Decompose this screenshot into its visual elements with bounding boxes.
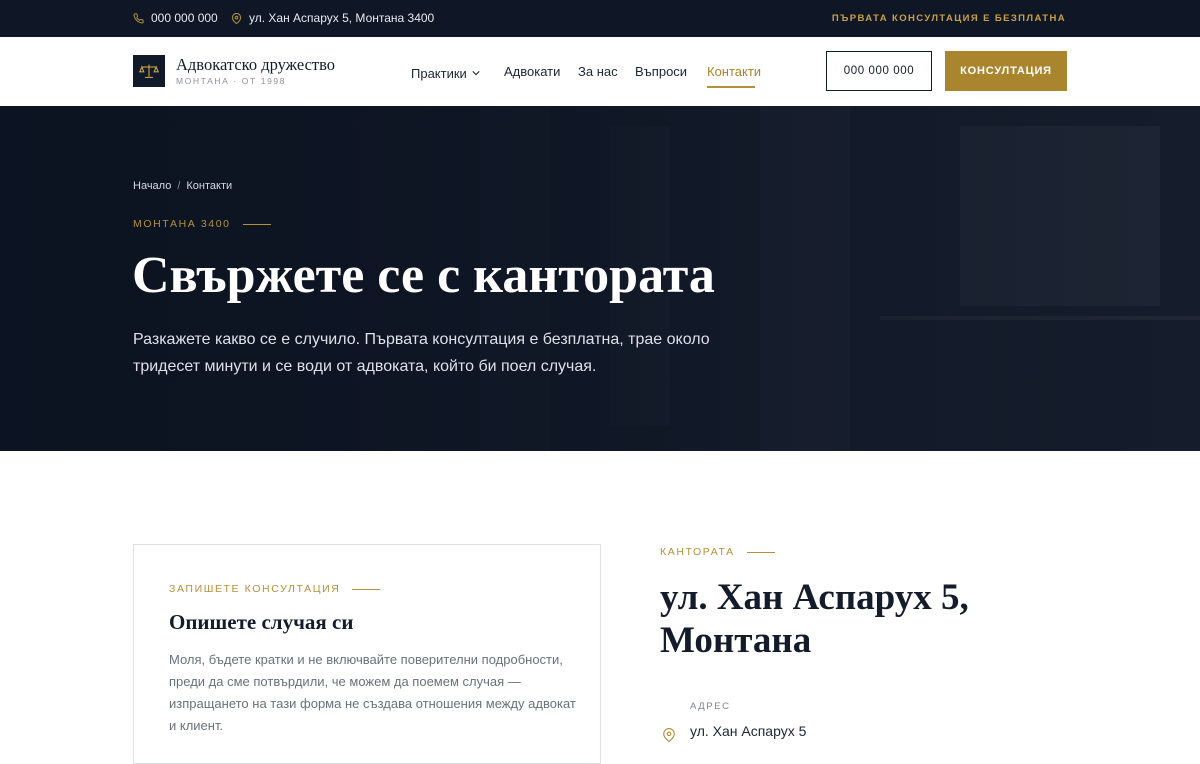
hero-eyebrow: МОНТАНА 3400 — [133, 218, 271, 230]
topbar-address[interactable]: ул. Хан Аспарух 5, Монтана 3400 — [231, 11, 434, 25]
location-pin-icon — [662, 727, 676, 743]
office-eyebrow-text: КАНТОРАТА — [660, 546, 735, 558]
form-eyebrow: ЗАПИШЕТЕ КОНСУЛТАЦИЯ — [169, 583, 381, 595]
topbar-address-text: ул. Хан Аспарух 5, Монтана 3400 — [249, 11, 435, 25]
logo[interactable] — [133, 55, 165, 87]
breadcrumb-current: Контакти — [186, 180, 233, 192]
office-eyebrow: КАНТОРАТА — [660, 546, 775, 558]
eyebrow-rule — [746, 551, 775, 553]
phone-icon — [133, 12, 144, 24]
eyebrow-rule — [352, 588, 381, 590]
consultation-form-card: ЗАПИШЕТЕ КОНСУЛТАЦИЯ Опишете случая си М… — [133, 544, 601, 764]
nav-label: Практики — [411, 66, 467, 81]
nav-item-practices[interactable]: Практики — [411, 64, 480, 81]
nav-active-indicator — [707, 86, 755, 88]
top-bar: 000 000 000 ул. Хан Аспарух 5, Монтана 3… — [0, 0, 1200, 37]
form-description: Моля, бъдете кратки и не включвайте пове… — [169, 652, 576, 733]
eyebrow-rule — [242, 223, 271, 225]
topbar-phone-text: 000 000 000 — [151, 11, 218, 25]
nav-item-contacts[interactable]: Контакти — [707, 64, 761, 79]
form-title: Опишете случая си — [169, 610, 354, 634]
chevron-down-icon — [472, 64, 480, 79]
office-title: ул. Хан Аспарух 5, Монтана — [660, 577, 969, 661]
breadcrumb-home[interactable]: Начало — [133, 180, 171, 192]
brand-name[interactable]: Адвокатско дружество — [176, 55, 335, 75]
hero-eyebrow-text: МОНТАНА 3400 — [133, 218, 231, 230]
hero-lead: Разкажете какво се е случило. Първата ко… — [133, 331, 710, 375]
topbar-promo: ПЪРВАТА КОНСУЛТАЦИЯ Е БЕЗПЛАТНА — [831, 13, 1066, 24]
breadcrumb: Начало / Контакти — [133, 180, 233, 192]
address-value: ул. Хан Аспарух 5 — [690, 723, 807, 739]
consultation-button[interactable]: КОНСУЛТАЦИЯ — [945, 51, 1067, 91]
location-pin-icon — [231, 12, 242, 24]
nav-item-about[interactable]: За нас — [578, 64, 618, 79]
brand-tagline: МОНТАНА · ОТ 1998 — [176, 76, 287, 86]
nav-item-lawyers[interactable]: Адвокати — [504, 64, 560, 79]
topbar-phone[interactable]: 000 000 000 — [133, 11, 218, 25]
scales-icon — [139, 64, 159, 78]
address-label: АДРЕС — [690, 701, 731, 712]
hero-section: Начало / Контакти МОНТАНА 3400 Свържете се… — [0, 106, 1200, 451]
phone-button[interactable]: 000 000 000 — [826, 51, 932, 91]
page-title: Свържете се с кантората — [132, 247, 715, 304]
nav-item-faq[interactable]: Въпроси — [635, 64, 687, 79]
site-header: Адвокатско дружество МОНТАНА · ОТ 1998 П… — [0, 37, 1200, 106]
form-eyebrow-text: ЗАПИШЕТЕ КОНСУЛТАЦИЯ — [169, 583, 341, 595]
